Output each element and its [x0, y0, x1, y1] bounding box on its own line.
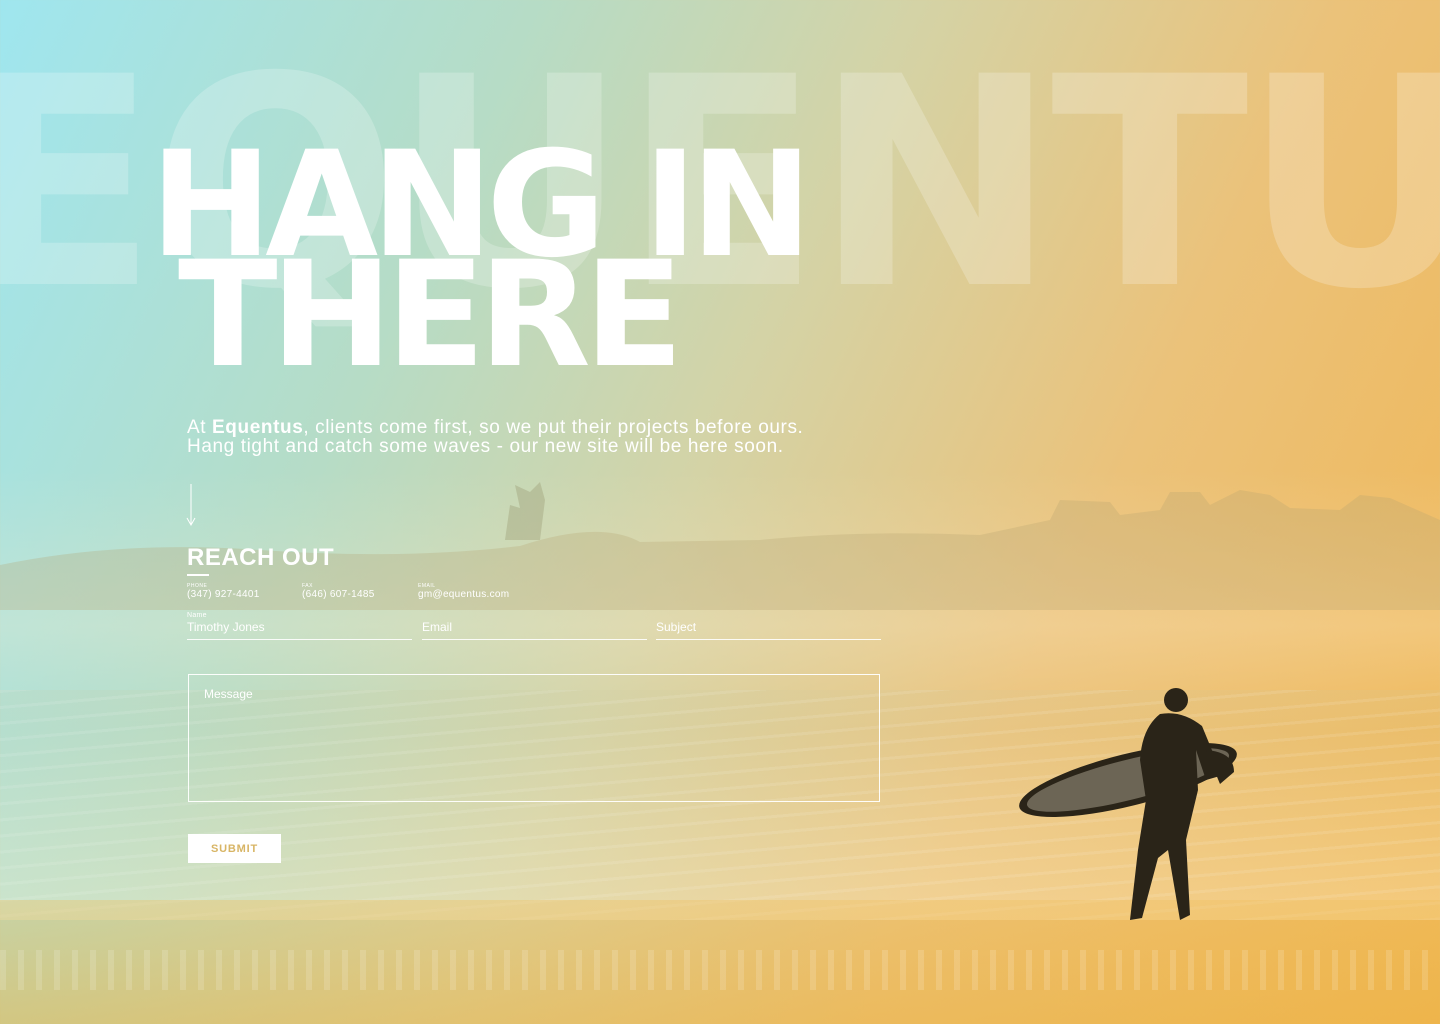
contact-phone-value: (347) 927-4401: [187, 589, 260, 600]
contact-fax: FAX (646) 607-1485: [302, 583, 375, 601]
intro-line2: Hang tight and catch some waves - our ne…: [187, 436, 784, 457]
heading-underline: [187, 574, 209, 576]
contact-fax-value: (646) 607-1485: [302, 589, 375, 600]
subject-field: [656, 612, 881, 640]
arrow-down-icon: [186, 484, 196, 527]
shore-foam: [0, 950, 1440, 990]
contact-email-value[interactable]: gm@equentus.com: [418, 589, 509, 601]
name-field-label: Name: [187, 612, 207, 619]
intro-text: At Equentus, clients come first, so we p…: [187, 418, 907, 456]
intro-line1-rest: , clients come first, so we put their pr…: [303, 417, 804, 438]
name-field: Name: [187, 612, 412, 640]
message-field: [188, 674, 880, 802]
intro-prefix: At: [187, 417, 213, 438]
submit-button[interactable]: SUBMIT: [188, 834, 281, 863]
reach-out-heading: REACH OUT: [187, 544, 335, 571]
contact-email: EMAIL gm@equentus.com: [418, 583, 509, 601]
email-field: [422, 612, 647, 640]
hero-headline: HANG IN THERE: [150, 132, 813, 388]
message-textarea[interactable]: [189, 675, 879, 801]
name-input[interactable]: [187, 620, 412, 634]
email-input[interactable]: [422, 620, 647, 634]
subject-input[interactable]: [656, 620, 881, 634]
intro-brand: Equentus: [212, 417, 304, 438]
contact-phone: PHONE (347) 927-4401: [187, 583, 260, 601]
surfer-silhouette: [1019, 688, 1237, 920]
